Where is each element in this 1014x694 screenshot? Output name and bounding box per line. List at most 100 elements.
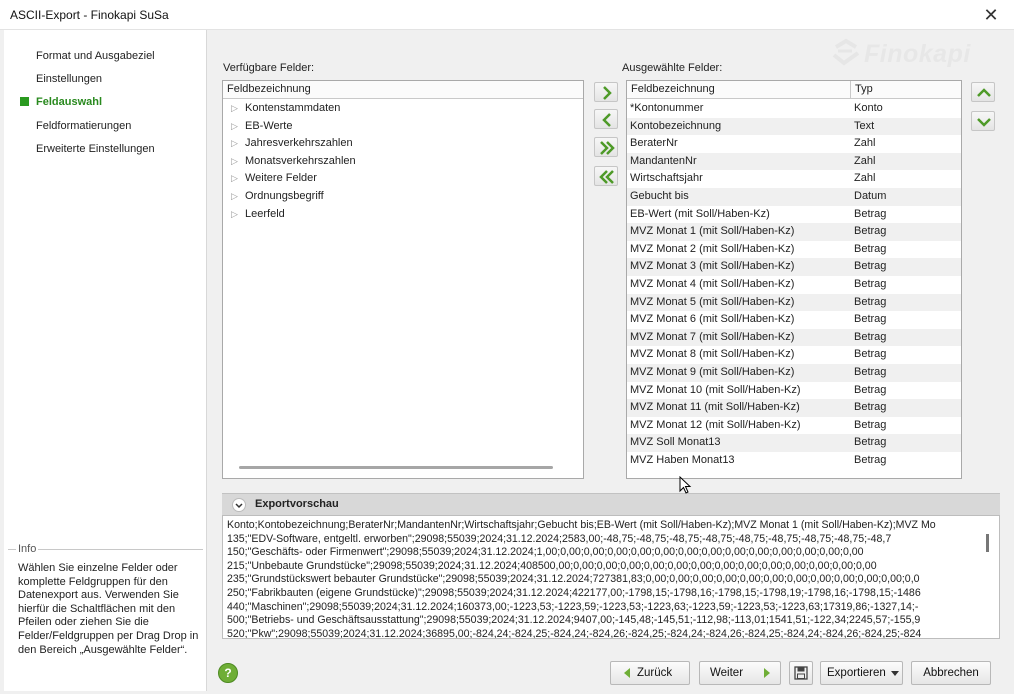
expand-triangle-icon[interactable]: ▷	[231, 188, 238, 206]
selected-fields-label: Ausgewählte Felder:	[622, 62, 723, 74]
table-row[interactable]: Wirtschaftsjahr Zahl	[627, 170, 961, 188]
help-button[interactable]: ?	[218, 663, 238, 683]
table-row[interactable]: MVZ Monat 4 (mit Soll/Haben-Kz) Betrag	[627, 276, 961, 294]
field-type-cell: Betrag	[854, 436, 887, 449]
back-arrow-icon	[624, 668, 630, 678]
table-row[interactable]: *Kontonummer Konto	[627, 100, 961, 118]
table-row[interactable]: EB-Wert (mit Soll/Haben-Kz) Betrag	[627, 206, 961, 224]
sidebar-item-3[interactable]: Feldformatierungen	[36, 117, 131, 135]
selected-fields-list[interactable]: Feldbezeichnung Typ *Kontonummer Konto Kon…	[626, 80, 962, 479]
table-row[interactable]: MVZ Monat 5 (mit Soll/Haben-Kz) Betrag	[627, 293, 961, 312]
expand-triangle-icon[interactable]: ▷	[231, 135, 238, 153]
close-icon[interactable]: ✕	[976, 3, 1006, 27]
selected-column-header-type[interactable]: Typ	[851, 81, 961, 99]
table-row[interactable]: MVZ Monat 1 (mit Soll/Haben-Kz) Betrag	[627, 223, 961, 241]
expand-triangle-icon[interactable]: ▷	[231, 153, 238, 171]
expand-triangle-icon[interactable]: ▷	[231, 100, 238, 118]
double-arrow-left-icon	[599, 170, 614, 184]
remove-all-button[interactable]	[594, 166, 618, 186]
sidebar-item-2[interactable]: Feldauswahl	[20, 93, 103, 111]
back-button[interactable]: Zurück	[610, 661, 690, 685]
tree-item-label: Weitere Felder	[245, 172, 317, 185]
field-name-cell: MVZ Monat 10 (mit Soll/Haben-Kz)	[630, 383, 801, 396]
sidebar-item-label: Feldauswahl	[36, 96, 103, 108]
preview-line: 215;"Unbebaute Grundstücke";29098;55039;…	[227, 559, 877, 572]
table-row[interactable]: MVZ Monat 7 (mit Soll/Haben-Kz) Betrag	[627, 328, 961, 347]
tree-item[interactable]: ▷ Kontenstammdaten	[223, 100, 583, 118]
field-type-cell: Betrag	[854, 313, 887, 326]
vertical-scrollbar[interactable]	[986, 534, 989, 552]
table-row[interactable]: MVZ Monat 3 (mit Soll/Haben-Kz) Betrag	[627, 258, 961, 276]
tree-item-label: Jahresverkehrszahlen	[245, 137, 353, 150]
mouse-pointer-icon	[679, 476, 692, 494]
move-up-button[interactable]	[971, 82, 995, 102]
expand-triangle-icon[interactable]: ▷	[231, 118, 238, 136]
cancel-button[interactable]: Abbrechen	[911, 661, 991, 685]
field-name-cell: MVZ Monat 11 (mit Soll/Haben-Kz)	[630, 401, 800, 414]
table-row[interactable]: Kontobezeichnung Text	[627, 117, 961, 136]
field-type-cell: Betrag	[854, 454, 887, 466]
save-button[interactable]	[789, 661, 813, 685]
info-box: Info Wählen Sie einzelne Felder oder kom…	[8, 543, 203, 691]
expand-triangle-icon[interactable]: ▷	[231, 170, 238, 188]
preview-line: 135;"EDV-Software, entgeltl. erworben";2…	[227, 532, 892, 545]
tree-item[interactable]: ▷ EB-Werte	[223, 118, 583, 136]
add-field-button[interactable]	[594, 82, 618, 102]
available-column-header[interactable]: Feldbezeichnung	[223, 81, 583, 99]
field-name-cell: Kontobezeichnung	[630, 119, 722, 132]
next-button[interactable]: Weiter	[699, 661, 781, 685]
field-type-cell: Betrag	[854, 348, 887, 361]
table-row[interactable]: BeraterNr Zahl	[627, 135, 961, 153]
table-row[interactable]: MandantenNr Zahl	[627, 152, 961, 171]
preview-line: 235;"Grundstückswert bebauter Grundstück…	[227, 573, 920, 586]
table-row[interactable]: MVZ Monat 11 (mit Soll/Haben-Kz) Betrag	[627, 399, 961, 417]
tree-item[interactable]: ▷ Jahresverkehrszahlen	[223, 135, 583, 153]
export-button[interactable]: Exportieren	[820, 661, 903, 685]
field-name-cell: Wirtschaftsjahr	[630, 172, 703, 185]
table-row[interactable]: MVZ Monat 2 (mit Soll/Haben-Kz) Betrag	[627, 241, 961, 259]
tree-item[interactable]: ▷ Monatsverkehrszahlen	[223, 153, 583, 171]
tree-item[interactable]: ▷ Ordnungsbegriff	[223, 188, 583, 206]
tree-item[interactable]: ▷ Leerfeld	[223, 206, 583, 224]
floppy-disk-icon	[794, 666, 808, 680]
sidebar-item-label: Format und Ausgabeziel	[36, 50, 155, 62]
expand-triangle-icon[interactable]: ▷	[231, 206, 238, 224]
selected-column-header-name[interactable]: Feldbezeichnung	[627, 81, 851, 99]
tree-item[interactable]: ▷ Weitere Felder	[223, 170, 583, 188]
sidebar-item-1[interactable]: Einstellungen	[36, 70, 102, 88]
table-row[interactable]: MVZ Monat 8 (mit Soll/Haben-Kz) Betrag	[627, 346, 961, 364]
field-type-cell: Betrag	[854, 366, 887, 378]
tree-item-label: Monatsverkehrszahlen	[245, 154, 356, 167]
field-type-cell: Betrag	[854, 242, 887, 255]
next-label: Weiter	[710, 667, 744, 679]
table-row[interactable]: MVZ Monat 6 (mit Soll/Haben-Kz) Betrag	[627, 311, 961, 329]
field-name-cell: MVZ Monat 2 (mit Soll/Haben-Kz)	[630, 242, 795, 255]
remove-field-button[interactable]	[594, 109, 618, 129]
table-row[interactable]: Gebucht bis Datum	[627, 188, 961, 206]
field-name-cell: MVZ Monat 1 (mit Soll/Haben-Kz)	[630, 225, 795, 238]
sidebar: Format und Ausgabeziel Einstellungen Felda…	[4, 30, 207, 691]
available-fields-tree[interactable]: Feldbezeichnung ▷ Kontenstammdaten ▷ EB-Wer…	[222, 80, 584, 479]
table-row[interactable]: MVZ Monat 12 (mit Soll/Haben-Kz) Betrag	[627, 417, 961, 435]
sidebar-item-0[interactable]: Format und Ausgabeziel	[36, 47, 155, 65]
dropdown-caret-icon[interactable]	[891, 671, 899, 677]
collapse-chevron-icon[interactable]	[232, 498, 246, 512]
field-name-cell: MandantenNr	[630, 154, 697, 167]
sidebar-item-4[interactable]: Erweiterte Einstellungen	[36, 140, 155, 158]
back-label: Zurück	[637, 667, 673, 679]
field-name-cell: MVZ Monat 8 (mit Soll/Haben-Kz)	[630, 348, 795, 361]
horizontal-scrollbar[interactable]	[239, 466, 553, 469]
move-down-button[interactable]	[971, 111, 995, 131]
field-name-cell: MVZ Haben Monat13	[630, 454, 735, 466]
export-preview-text[interactable]: Konto;Kontobezeichnung;BeraterNr;Mandant…	[222, 515, 1000, 639]
field-type-cell: Betrag	[854, 401, 887, 414]
add-all-button[interactable]	[594, 137, 618, 157]
table-row[interactable]: MVZ Haben Monat13 Betrag	[627, 452, 961, 470]
table-row[interactable]: MVZ Monat 9 (mit Soll/Haben-Kz) Betrag	[627, 364, 961, 382]
sidebar-item-label: Feldformatierungen	[36, 120, 132, 132]
export-preview-header[interactable]: Exportvorschau	[222, 493, 1000, 515]
table-row[interactable]: MVZ Monat 10 (mit Soll/Haben-Kz) Betrag	[627, 382, 961, 400]
logo-text: Finokapi	[864, 40, 971, 68]
title-bar: ASCII-Export - Finokapi SuSa ✕	[0, 0, 1014, 30]
table-row[interactable]: MVZ Soll Monat13 Betrag	[627, 434, 961, 452]
